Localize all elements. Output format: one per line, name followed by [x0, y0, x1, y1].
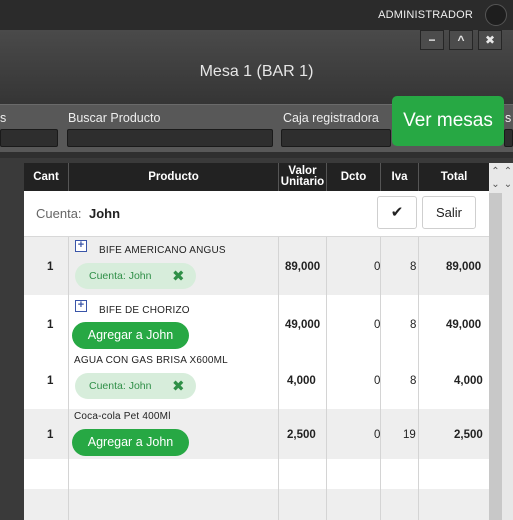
row-producto: BIFE AMERICANO ANGUS	[99, 245, 226, 256]
cuenta-label: Cuenta:	[36, 206, 82, 221]
salir-button[interactable]: Salir	[422, 196, 476, 229]
row-valor: 2,500	[287, 429, 316, 441]
pill-label: Cuenta: John	[89, 380, 152, 392]
empty-row	[24, 459, 489, 489]
filter-input-left[interactable]	[0, 129, 58, 147]
row-dcto: 0	[374, 375, 381, 387]
agregar-button[interactable]: Agregar a John	[72, 429, 189, 456]
header-total: Total	[440, 170, 468, 183]
cuenta-name: John	[89, 206, 121, 221]
row-producto: BIFE DE CHORIZO	[99, 305, 190, 316]
row-cant: 1	[47, 429, 54, 441]
header-valor-unitario: Valor Unitario	[279, 163, 327, 191]
order-rows: 1 + BIFE AMERICANO ANGUS Cuenta: John ✖ …	[24, 237, 489, 520]
close-button[interactable]: ✖	[478, 30, 502, 50]
window-header: − ^ ✖ Mesa 1 (BAR 1)	[0, 30, 513, 104]
row-dcto: 0	[374, 429, 381, 441]
plus-icon[interactable]: +	[75, 240, 87, 252]
header-dcto: Dcto	[327, 163, 381, 191]
table-row[interactable]: 1 Coca-cola Pet 400Ml Agregar a John 2,5…	[24, 409, 489, 459]
filter-input-right[interactable]	[504, 129, 513, 147]
row-dcto: 0	[374, 319, 381, 331]
buscar-producto-label: Buscar Producto	[68, 111, 161, 125]
row-cant: 1	[47, 261, 54, 273]
cuenta-pill[interactable]: Cuenta: John ✖	[75, 373, 196, 399]
filter-label-partial: s	[0, 111, 7, 125]
buscar-producto-input[interactable]	[67, 129, 273, 147]
plus-icon[interactable]: +	[75, 300, 87, 312]
row-producto: Coca-cola Pet 400Ml	[74, 411, 171, 422]
cuenta-pill[interactable]: Cuenta: John ✖	[75, 263, 196, 289]
row-iva: 8	[410, 375, 417, 387]
scroll-up-icon[interactable]: ⌃	[489, 165, 502, 179]
row-cant: 1	[47, 319, 54, 331]
filter-label-partial-right: s	[505, 111, 512, 125]
ver-mesas-button[interactable]: Ver mesas	[392, 96, 504, 146]
row-iva: 8	[410, 319, 417, 331]
empty-row	[24, 489, 489, 520]
order-panel: Cant Producto Valor Unitario Dcto Iva To…	[24, 163, 489, 520]
row-total: 49,000	[446, 319, 482, 331]
row-iva: 19	[403, 429, 416, 441]
header-iva: Iva	[381, 163, 419, 191]
row-valor: 49,000	[285, 319, 321, 331]
outer-scroll-up-icon[interactable]: ⌃	[503, 165, 513, 179]
caja-registradora-input[interactable]	[281, 129, 391, 147]
row-valor: 4,000	[287, 375, 316, 387]
table-header: Cant Producto Valor Unitario Dcto Iva To…	[24, 163, 489, 191]
pill-label: Cuenta: John	[89, 270, 152, 282]
user-label[interactable]: ADMINISTRADOR	[378, 9, 473, 21]
maximize-button[interactable]: ^	[449, 30, 473, 50]
scroll-thumb[interactable]	[489, 193, 502, 520]
top-bar: ADMINISTRADOR	[0, 0, 513, 30]
outer-scrollbar[interactable]: ⌃ ⌄	[503, 163, 513, 520]
check-icon: ✔	[390, 204, 404, 221]
avatar[interactable]	[485, 4, 507, 26]
header-cant: Cant	[24, 163, 69, 191]
row-valor: 89,000	[285, 261, 321, 273]
scroll-down-icon[interactable]: ⌄	[489, 178, 502, 192]
window-title: Mesa 1 (BAR 1)	[199, 63, 314, 80]
row-total: 4,000	[454, 375, 483, 387]
header-producto: Producto	[69, 163, 279, 191]
remove-x-icon[interactable]: ✖	[172, 377, 185, 395]
row-iva: 8	[410, 261, 417, 273]
row-dcto: 0	[374, 261, 381, 273]
table-row[interactable]: 1 + BIFE AMERICANO ANGUS Cuenta: John ✖ …	[24, 237, 489, 295]
header-valor-line2: Unitario	[280, 176, 325, 188]
row-cant: 1	[47, 375, 54, 387]
remove-x-icon[interactable]: ✖	[172, 267, 185, 285]
agregar-button[interactable]: Agregar a John	[72, 322, 189, 349]
outer-scroll-down-icon[interactable]: ⌄	[503, 178, 513, 192]
cuenta-bar: Cuenta: John ✔ Salir	[24, 191, 489, 237]
minimize-button[interactable]: −	[420, 30, 444, 50]
row-total: 89,000	[446, 261, 482, 273]
confirm-check-button[interactable]: ✔	[377, 196, 417, 229]
row-total: 2,500	[454, 429, 483, 441]
table-row[interactable]: 1 + BIFE DE CHORIZO Agregar a John 49,00…	[24, 295, 489, 353]
row-producto: AGUA CON GAS BRISA X600ML	[74, 355, 228, 366]
caja-registradora-label: Caja registradora	[283, 111, 379, 125]
table-row[interactable]: 1 AGUA CON GAS BRISA X600ML Cuenta: John…	[24, 353, 489, 409]
